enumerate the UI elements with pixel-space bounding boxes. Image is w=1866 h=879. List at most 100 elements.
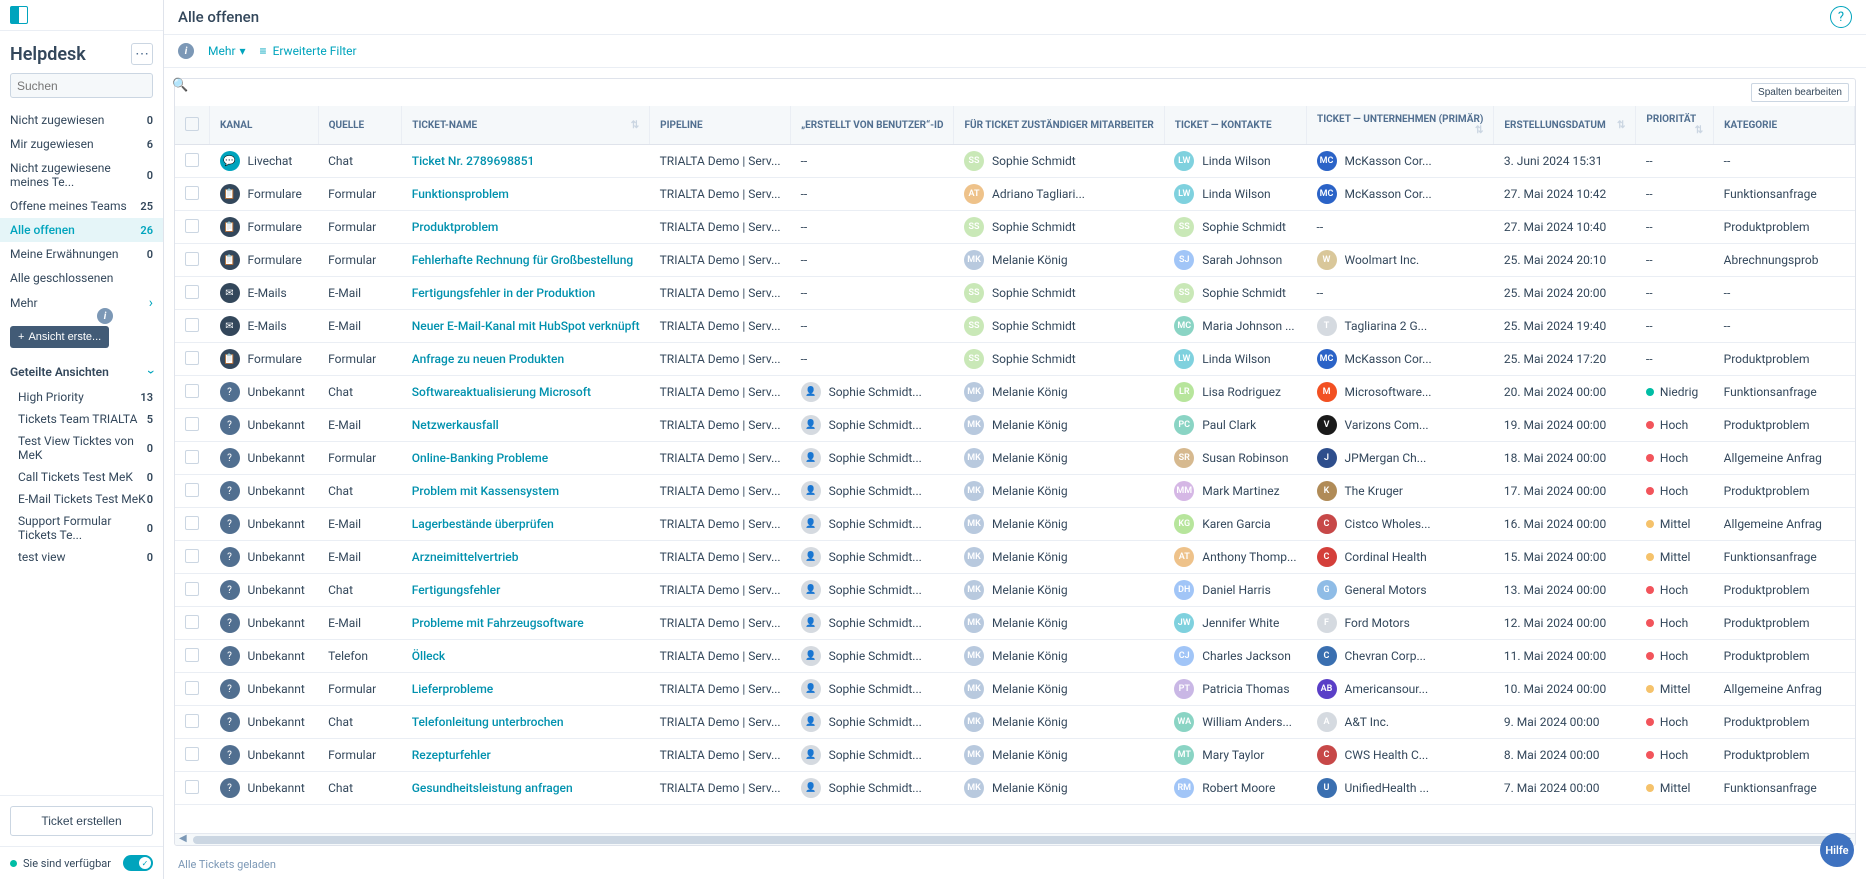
row-checkbox[interactable]: [185, 219, 199, 233]
ticket-name-link[interactable]: Fertigungsfehler in der Produktion: [412, 286, 595, 300]
shared-view-item[interactable]: Test View Ticktes von MeK0: [0, 430, 163, 466]
ticket-name-link[interactable]: Softwareaktualisierung Microsoft: [412, 385, 591, 399]
row-checkbox[interactable]: [185, 252, 199, 266]
row-checkbox[interactable]: [185, 450, 199, 464]
table-row[interactable]: 📋Formulare Formular Produktproblem TRIAL…: [175, 211, 1855, 244]
table-row[interactable]: ?Unbekannt E-Mail Probleme mit Fahrzeugs…: [175, 607, 1855, 640]
ticket-name-link[interactable]: Probleme mit Fahrzeugsoftware: [412, 616, 584, 630]
info-badge-icon[interactable]: i: [178, 43, 194, 59]
table-row[interactable]: 💬Livechat Chat Ticket Nr. 2789698851 TRI…: [175, 145, 1855, 178]
ticket-name-link[interactable]: Funktionsproblem: [412, 187, 509, 201]
table-row[interactable]: ?Unbekannt Telefon Ölleck TRIALTA Demo |…: [175, 640, 1855, 673]
row-checkbox[interactable]: [185, 417, 199, 431]
sidebar-item[interactable]: Meine Erwähnungen0: [0, 242, 163, 266]
th-contacts[interactable]: TICKET — KONTAKTE: [1164, 106, 1306, 145]
row-checkbox[interactable]: [185, 186, 199, 200]
table-row[interactable]: ?Unbekannt Chat Gesundheitsleistung anfr…: [175, 772, 1855, 805]
row-checkbox[interactable]: [185, 681, 199, 695]
create-ticket-button[interactable]: Ticket erstellen: [10, 806, 153, 836]
ticket-name-link[interactable]: Rezepturfehler: [412, 748, 491, 762]
table-row[interactable]: ?Unbekannt Chat Telefonleitung unterbroc…: [175, 706, 1855, 739]
row-checkbox[interactable]: [185, 747, 199, 761]
table-row[interactable]: ?Unbekannt Chat Problem mit Kassensystem…: [175, 475, 1855, 508]
ticket-name-link[interactable]: Lieferprobleme: [412, 682, 494, 696]
ticket-name-link[interactable]: Problem mit Kassensystem: [412, 484, 559, 498]
table-row[interactable]: ?Unbekannt Formular Rezepturfehler TRIAL…: [175, 739, 1855, 772]
sidebar-search[interactable]: 🔍: [10, 73, 153, 98]
sidebar-item[interactable]: Nicht zugewiesen0: [0, 108, 163, 132]
table-row[interactable]: ?Unbekannt E-Mail Lagerbestände überprüf…: [175, 508, 1855, 541]
help-icon[interactable]: ?: [1830, 6, 1852, 28]
row-checkbox[interactable]: [185, 384, 199, 398]
ticket-name-link[interactable]: Gesundheitsleistung anfragen: [412, 781, 573, 795]
table-row[interactable]: ?Unbekannt E-Mail Arzneimittelvertrieb T…: [175, 541, 1855, 574]
th-created-date[interactable]: ERSTELLUNGSDATUM⇅: [1494, 106, 1636, 145]
row-checkbox[interactable]: [185, 153, 199, 167]
th-assignee[interactable]: FÜR TICKET ZUSTÄNDIGER MITARBEITER: [954, 106, 1164, 145]
ticket-name-link[interactable]: Online-Banking Probleme: [412, 451, 548, 465]
shared-view-item[interactable]: Call Tickets Test MeK0: [0, 466, 163, 488]
shared-view-item[interactable]: E-Mail Tickets Test MeK0: [0, 488, 163, 510]
row-checkbox[interactable]: [185, 582, 199, 596]
table-row[interactable]: 📋Formulare Formular Fehlerhafte Rechnung…: [175, 244, 1855, 277]
sidebar-item[interactable]: Offene meines Teams25: [0, 194, 163, 218]
row-checkbox[interactable]: [185, 483, 199, 497]
th-pipeline[interactable]: PIPELINE: [650, 106, 791, 145]
row-checkbox[interactable]: [185, 714, 199, 728]
th-kanal[interactable]: KANAL: [210, 106, 319, 145]
edit-columns-button[interactable]: Spalten bearbeiten: [1751, 83, 1849, 102]
horizontal-scrollbar[interactable]: [175, 833, 1855, 845]
th-company[interactable]: TICKET — UNTERNEHMEN (PRIMÄR)⇅: [1307, 106, 1494, 145]
table-scroll[interactable]: KANAL QUELLE TICKET-NAME⇅ PIPELINE „ERST…: [175, 106, 1855, 833]
table-row[interactable]: ?Unbekannt Chat Softwareaktualisierung M…: [175, 376, 1855, 409]
ticket-name-link[interactable]: Anfrage zu neuen Produkten: [412, 352, 564, 366]
table-row[interactable]: ✉E-Mails E-Mail Neuer E-Mail-Kanal mit H…: [175, 310, 1855, 343]
info-badge-icon[interactable]: i: [97, 308, 113, 324]
ticket-name-link[interactable]: Fehlerhafte Rechnung für Großbestellung: [412, 253, 633, 267]
ticket-name-link[interactable]: Neuer E-Mail-Kanal mit HubSpot verknüpft: [412, 319, 640, 333]
scrollbar-thumb[interactable]: [193, 836, 1837, 844]
search-input[interactable]: [17, 79, 172, 93]
row-checkbox[interactable]: [185, 318, 199, 332]
th-quelle[interactable]: QUELLE: [318, 106, 402, 145]
shared-view-item[interactable]: Tickets Team TRIALTA5: [0, 408, 163, 430]
table-row[interactable]: ?Unbekannt Formular Online-Banking Probl…: [175, 442, 1855, 475]
table-row[interactable]: ✉E-Mails E-Mail Fertigungsfehler in der …: [175, 277, 1855, 310]
th-priority[interactable]: PRIORITÄT⇅: [1636, 106, 1714, 145]
ticket-name-link[interactable]: Ticket Nr. 2789698851: [412, 154, 535, 168]
table-row[interactable]: ?Unbekannt Chat Fertigungsfehler TRIALTA…: [175, 574, 1855, 607]
table-row[interactable]: ?Unbekannt E-Mail Netzwerkausfall TRIALT…: [175, 409, 1855, 442]
table-row[interactable]: 📋Formulare Formular Funktionsproblem TRI…: [175, 178, 1855, 211]
sidebar-menu-button[interactable]: ⋯: [131, 43, 153, 65]
table-row[interactable]: 📋Formulare Formular Anfrage zu neuen Pro…: [175, 343, 1855, 376]
sidebar-item[interactable]: Mir zugewiesen6: [0, 132, 163, 156]
ticket-name-link[interactable]: Telefonleitung unterbrochen: [412, 715, 564, 729]
sidebar-item[interactable]: Alle geschlossenen: [0, 266, 163, 290]
ticket-name-link[interactable]: Lagerbestände überprüfen: [412, 517, 554, 531]
sidebar-more[interactable]: Mehr ›: [0, 290, 163, 316]
advanced-filters-link[interactable]: ≡ Erweiterte Filter: [260, 44, 357, 58]
sidebar-item[interactable]: Alle offenen26: [0, 218, 163, 242]
sidebar-item[interactable]: Nicht zugewiesene meines Te...0: [0, 156, 163, 194]
shared-view-item[interactable]: High Priority13: [0, 386, 163, 408]
row-checkbox[interactable]: [185, 285, 199, 299]
select-all-checkbox[interactable]: [185, 117, 199, 131]
row-checkbox[interactable]: [185, 648, 199, 662]
ticket-name-link[interactable]: Arzneimittelvertrieb: [412, 550, 519, 564]
row-checkbox[interactable]: [185, 549, 199, 563]
shared-views-header[interactable]: Geteilte Ansichten ›: [0, 358, 163, 386]
help-fab-button[interactable]: Hilfe: [1820, 833, 1854, 867]
ticket-name-link[interactable]: Fertigungsfehler: [412, 583, 501, 597]
availability-toggle[interactable]: ✓: [123, 855, 153, 871]
ticket-name-link[interactable]: Produktproblem: [412, 220, 499, 234]
table-row[interactable]: ?Unbekannt Formular Lieferprobleme TRIAL…: [175, 673, 1855, 706]
th-category[interactable]: KATEGORIE: [1714, 106, 1855, 145]
shared-view-item[interactable]: test view0: [0, 546, 163, 568]
row-checkbox[interactable]: [185, 516, 199, 530]
th-ticket-name[interactable]: TICKET-NAME⇅: [402, 106, 650, 145]
row-checkbox[interactable]: [185, 351, 199, 365]
ticket-name-link[interactable]: Netzwerkausfall: [412, 418, 499, 432]
row-checkbox[interactable]: [185, 615, 199, 629]
ticket-name-link[interactable]: Ölleck: [412, 649, 445, 663]
more-dropdown[interactable]: Mehr ▾: [208, 44, 246, 58]
